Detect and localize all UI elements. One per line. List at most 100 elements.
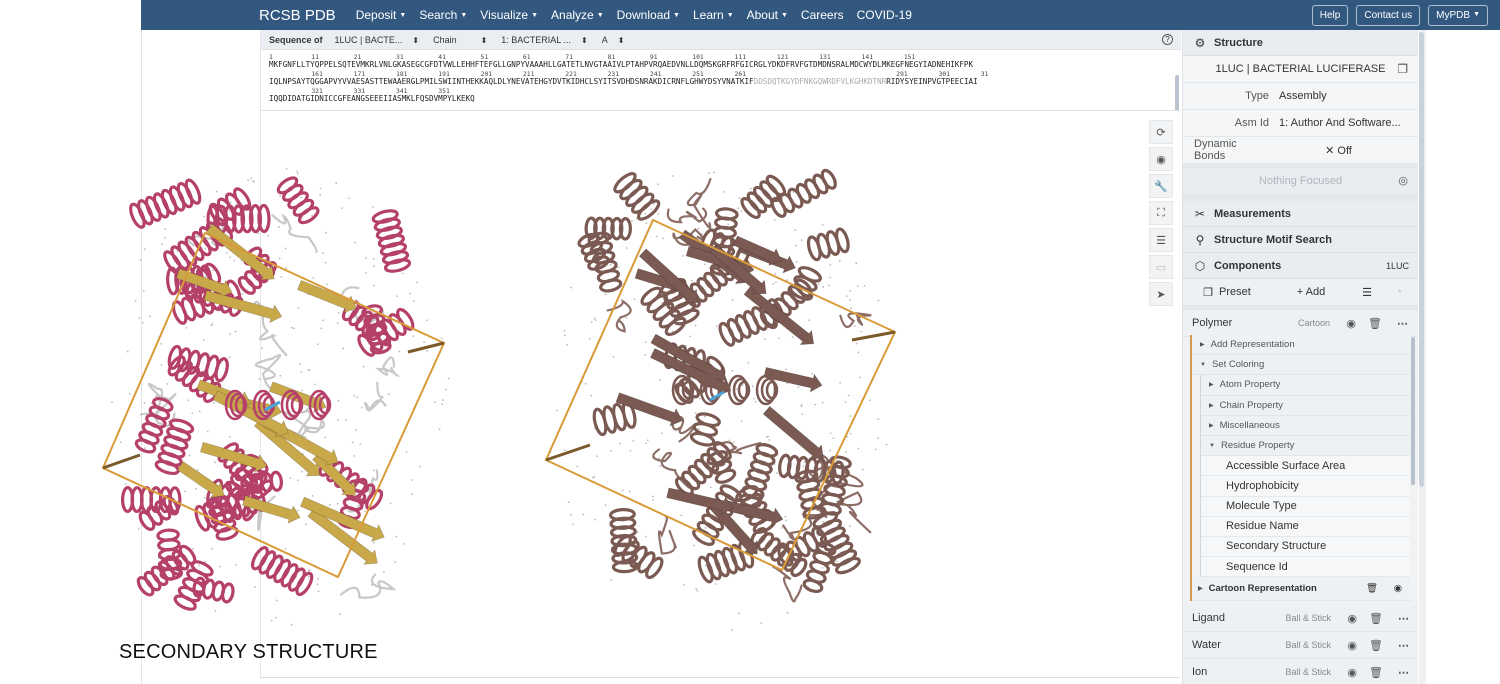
- sequence-line[interactable]: IQLNPSAYTQGGAPVYVVAESASTTEWAAERGLPMILSWI…: [269, 77, 1181, 87]
- alpha-helix: [156, 528, 184, 581]
- more-icon[interactable]: ⋯: [1398, 639, 1409, 652]
- water-component[interactable]: Water Ball & Stick ◉ 🗑 ⋯: [1183, 632, 1418, 659]
- ligand-component[interactable]: Ligand Ball & Stick ◉ 🗑 ⋯: [1183, 605, 1418, 632]
- chain-select[interactable]: 1: BACTERIAL ... ⬍: [501, 35, 587, 45]
- entity-select[interactable]: 1LUC | BACTE... ⬍: [335, 35, 420, 45]
- eye-icon[interactable]: ◉: [1347, 666, 1357, 679]
- helix-turn: [134, 438, 157, 454]
- alpha-helix: [166, 264, 213, 296]
- nav-item-download[interactable]: Download ▼: [617, 8, 680, 22]
- asm-value: 1: Author And Software...: [1279, 117, 1401, 129]
- asm-row[interactable]: Asm Id 1: Author And Software...: [1183, 110, 1418, 137]
- help-button[interactable]: Help: [1311, 4, 1349, 26]
- chain-id-select[interactable]: A ⬍: [602, 35, 625, 45]
- mode-select[interactable]: Chain ⬍: [433, 35, 487, 45]
- page-scrollbar-thumb[interactable]: [1419, 32, 1424, 487]
- settings-icon[interactable]: ☰: [1149, 228, 1173, 252]
- panel-scrollbar[interactable]: [1411, 337, 1415, 485]
- residue-option-residue-name[interactable]: Residue Name: [1201, 516, 1410, 537]
- ion-component[interactable]: Ion Ball & Stick ◉ 🗑 ⋯: [1183, 659, 1418, 684]
- chevron-down-icon: ▼: [531, 12, 539, 19]
- expand-icon[interactable]: ⛶: [1149, 201, 1173, 225]
- nav-item-search[interactable]: Search ▼: [419, 8, 467, 22]
- wrench-icon[interactable]: 🔧: [1149, 174, 1173, 198]
- more-icon[interactable]: ⋯: [1398, 612, 1409, 625]
- focus-icon[interactable]: ◉: [1149, 147, 1173, 171]
- structure-header[interactable]: ⚙ Structure: [1183, 30, 1418, 56]
- residue-option-accessible-surface-area[interactable]: Accessible Surface Area: [1201, 456, 1410, 477]
- helix-turn: [208, 202, 228, 227]
- sequence-panel[interactable]: 1 11 21 31 41 51 61 71 81 91 101 111 121…: [261, 51, 1181, 111]
- structure-select[interactable]: 1LUC | BACTERIAL LUCIFERASE ❐: [1183, 56, 1418, 83]
- residue-option-hydrophobicity[interactable]: Hydrophobicity: [1201, 476, 1410, 497]
- nav-item-deposit[interactable]: Deposit ▼: [356, 8, 407, 22]
- polymer-component[interactable]: Polymer Cartoon ◉ 🗑 ⋯: [1183, 310, 1418, 337]
- eye-icon[interactable]: ◉: [1347, 639, 1357, 652]
- residue-option-molecule-type[interactable]: Molecule Type: [1201, 496, 1410, 517]
- trash-icon[interactable]: 🗑: [1369, 612, 1383, 625]
- reset-icon[interactable]: ⟳: [1149, 120, 1173, 144]
- molstar-viewer[interactable]: Sequence of 1LUC | BACTE... ⬍ Chain ⬍ 1: B…: [260, 30, 1181, 678]
- brand-logo[interactable]: RCSB PDB: [259, 7, 336, 24]
- sequence-scrollbar[interactable]: [1175, 75, 1179, 110]
- mypdb-button[interactable]: MyPDB ▼: [1428, 4, 1488, 26]
- nav-item-about[interactable]: About ▼: [747, 8, 788, 22]
- alpha-helix: [192, 576, 235, 604]
- nav-item-careers[interactable]: Careers: [801, 8, 844, 22]
- focus-row[interactable]: Nothing Focused ◎: [1183, 168, 1418, 195]
- residue-property-item[interactable]: ▼ Residue Property: [1201, 435, 1410, 457]
- copy-icon[interactable]: ❐: [1397, 62, 1408, 76]
- eye-icon[interactable]: ◉: [1347, 612, 1357, 625]
- trash-icon[interactable]: 🗑: [1369, 639, 1383, 652]
- trash-icon[interactable]: 🗑: [1368, 317, 1382, 330]
- measurements-header[interactable]: ✂ Measurements: [1183, 201, 1418, 227]
- chevron-down-icon: ▼: [399, 12, 407, 19]
- helix-turn: [242, 494, 260, 522]
- water-dot: [210, 358, 213, 361]
- trash-icon[interactable]: 🗑: [1369, 666, 1383, 679]
- helix-turn: [166, 266, 180, 296]
- sequence-line[interactable]: MKFGNFLLTYQPPELSQTEVMKRLVNLGKASEGCGFDTVW…: [269, 60, 1181, 70]
- more-icon[interactable]: ⋯: [1398, 666, 1409, 679]
- more-icon[interactable]: ⋯: [1397, 317, 1408, 330]
- nav-item-visualize[interactable]: Visualize ▼: [480, 8, 538, 22]
- water-dot: [203, 496, 206, 499]
- miscellaneous-item[interactable]: ▶ Miscellaneous: [1201, 415, 1410, 436]
- add-button[interactable]: + Add: [1271, 286, 1351, 298]
- vr-icon[interactable]: ▭: [1149, 255, 1173, 279]
- bonds-toggle[interactable]: ✕ Off: [1279, 144, 1418, 157]
- type-row[interactable]: Type Assembly: [1183, 83, 1418, 110]
- pointer-icon[interactable]: ➤: [1149, 282, 1173, 306]
- helix-turn: [228, 454, 251, 476]
- contact-us-button[interactable]: Contact us: [1356, 4, 1421, 26]
- target-icon[interactable]: ◎: [1398, 174, 1408, 187]
- history-icon[interactable]: ◔: [1383, 286, 1415, 298]
- nav-item-covid-19[interactable]: COVID-19: [857, 8, 912, 22]
- trash-icon[interactable]: 🗑: [1366, 583, 1378, 594]
- nav-item-analyze[interactable]: Analyze ▼: [551, 8, 604, 22]
- water-dot: [168, 435, 171, 438]
- add-representation-item[interactable]: ▶ Add Representation: [1192, 335, 1410, 356]
- dynamic-bonds-row[interactable]: Dynamic Bonds ✕ Off: [1183, 137, 1418, 164]
- set-coloring-item[interactable]: ▼ Set Coloring: [1192, 355, 1410, 376]
- chain-property-item[interactable]: ▶ Chain Property: [1201, 395, 1410, 416]
- helix-turn: [216, 197, 236, 221]
- eye-icon[interactable]: ◉: [1346, 317, 1356, 330]
- help-icon[interactable]: ?: [1162, 34, 1173, 45]
- triangle-right-icon: ▶: [1209, 382, 1214, 389]
- helix-turn: [178, 544, 197, 566]
- preset-button[interactable]: ❐ Preset: [1183, 286, 1271, 299]
- components-header[interactable]: ⬡ Components 1LUC: [1183, 253, 1418, 279]
- sequence-line[interactable]: IQQDIDATGIDNICCGFEANGSEEEIIASMKLFQSDVMPY…: [269, 94, 1181, 104]
- nav-item-learn[interactable]: Learn ▼: [693, 8, 734, 22]
- residue-option-secondary-structure[interactable]: Secondary Structure: [1201, 536, 1410, 558]
- residue-option-sequence-id[interactable]: Sequence Id: [1201, 557, 1410, 578]
- atom-property-item[interactable]: ▶ Atom Property: [1201, 375, 1410, 396]
- helix-spiral: [234, 395, 248, 415]
- motif-search-header[interactable]: ⚲ Structure Motif Search: [1183, 227, 1418, 253]
- sliders-icon[interactable]: ☰: [1351, 286, 1383, 299]
- triangle-right-icon: ▶: [1198, 586, 1203, 593]
- beta-arrow: [177, 461, 225, 498]
- eye-icon[interactable]: ◉: [1394, 583, 1402, 594]
- cartoon-representation-item[interactable]: ▶ Cartoon Representation 🗑 ◉: [1192, 577, 1410, 602]
